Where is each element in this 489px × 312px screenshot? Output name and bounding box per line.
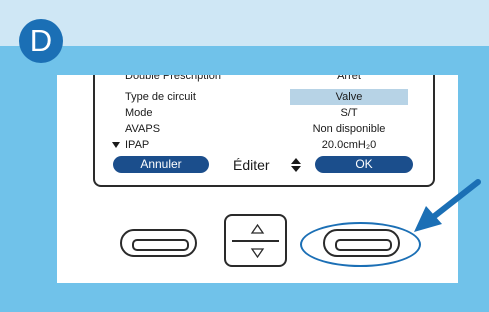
row-value: 20.0cmH₂0 [321,139,377,151]
row-value-selected: Valve [290,89,408,105]
row-label: Type de circuit [125,91,196,103]
row-value: S/T [340,107,358,119]
up-triangle-icon [250,223,265,234]
ok-softkey[interactable]: OK [315,156,413,173]
left-hardware-button[interactable] [120,229,197,257]
settings-row-circuit-type[interactable]: Type de circuit Valve [95,89,433,105]
device-screen: Double Prescription Arrêt Type de circui… [93,75,435,187]
softkey-bar: Annuler Éditer OK [95,155,433,175]
row-label: Double Prescription [125,75,221,82]
nav-arrows [250,223,265,259]
row-value: Non disponible [312,123,386,135]
edit-softkey-label: Éditer [233,157,270,173]
scroll-down-marker-icon [112,142,120,148]
settings-row-ipap[interactable]: IPAP 20.0cmH₂0 [95,137,433,153]
top-bar [0,0,489,46]
cancel-softkey[interactable]: Annuler [113,156,209,173]
settings-row-avaps[interactable]: AVAPS Non disponible [95,121,433,137]
row-value: Arrêt [337,75,361,82]
settings-row-double-prescription[interactable]: Double Prescription Arrêt [95,75,433,84]
highlight-ring [300,222,421,267]
step-badge: D [19,19,63,63]
nav-divider [232,240,279,242]
up-down-hardware-button[interactable] [224,214,287,267]
button-bar-icon [132,239,189,251]
settings-row-mode[interactable]: Mode S/T [95,105,433,121]
up-down-arrow-icon [291,158,301,172]
down-triangle-icon [250,248,265,259]
row-label: AVAPS [125,123,161,135]
pointer-arrow-icon [414,179,481,232]
row-label: IPAP [125,139,150,151]
row-label: Mode [125,107,153,119]
